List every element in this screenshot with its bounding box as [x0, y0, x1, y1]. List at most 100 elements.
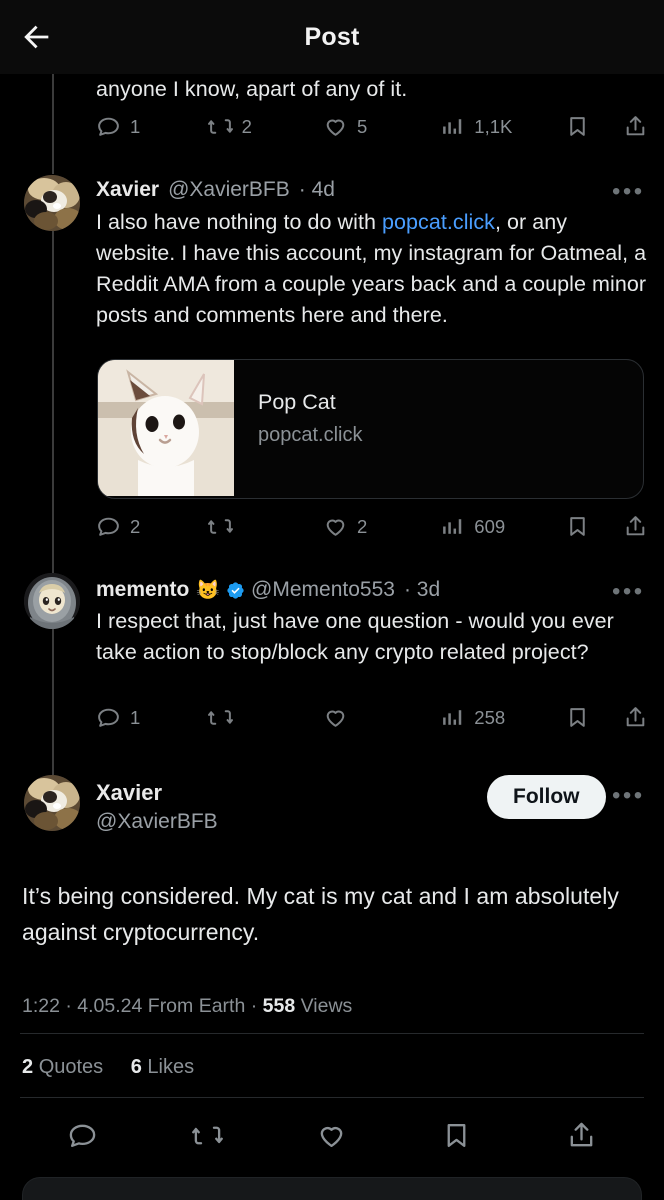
like-action[interactable] [310, 1114, 353, 1157]
retweet-icon [207, 519, 233, 534]
verified-badge-icon [226, 581, 245, 600]
more-options-icon[interactable]: ••• [612, 180, 645, 204]
retweet-action[interactable] [207, 705, 323, 730]
author-handle: @XavierBFB [168, 178, 290, 201]
divider [20, 1097, 644, 1098]
calico-cat-avatar [24, 775, 80, 831]
views-action[interactable]: 258 [440, 705, 565, 730]
link-preview-card[interactable]: Pop Cat popcat.click [97, 359, 644, 499]
focused-author-name-block[interactable]: Xavier @XavierBFB [96, 780, 218, 834]
share-action[interactable] [623, 705, 648, 730]
quotes-count: 2 [22, 1056, 34, 1078]
page-title: Post [304, 22, 360, 51]
share-icon [626, 516, 645, 536]
timestamp: · 3d [403, 578, 441, 601]
like-icon [321, 1126, 343, 1147]
post-metadata: 1:22 · 4.05.24 From Earth · 558 Views [22, 995, 352, 1018]
thread-connector-line [52, 230, 54, 575]
post-time: 1:22 [22, 995, 60, 1017]
post-date: 4.05.24 [77, 995, 143, 1017]
views-count: 558 [262, 995, 296, 1017]
bookmark-action[interactable] [565, 705, 623, 730]
retweet-icon [207, 119, 233, 134]
follow-button[interactable]: Follow [487, 775, 606, 819]
author-handle: @Memento553 [251, 578, 395, 601]
quotes-group[interactable]: 2 Quotes [22, 1056, 103, 1078]
bookmark-icon [570, 708, 586, 727]
back-button[interactable] [6, 6, 68, 68]
reply-action[interactable]: 1 [96, 705, 208, 730]
tweet-text: anyone I know, apart of any of it. [96, 77, 408, 101]
reply-icon [98, 708, 119, 727]
reply-icon [98, 117, 119, 136]
bookmark-icon [447, 1123, 466, 1147]
share-icon [626, 116, 645, 136]
tweet-author-row: memento 😺 @Memento553 · 3d [96, 578, 440, 602]
reply-icon [98, 517, 119, 536]
share-icon [626, 707, 645, 727]
post-source: From Earth [147, 995, 246, 1017]
more-options-icon[interactable]: ••• [612, 580, 645, 604]
bookmark-icon [570, 117, 586, 136]
reply-count: 1 [130, 115, 141, 137]
share-action[interactable] [560, 1114, 603, 1157]
retweet-action[interactable] [207, 514, 323, 539]
views-action[interactable]: 609 [440, 514, 565, 539]
like-action[interactable]: 5 [323, 114, 440, 139]
calico-cat-avatar [24, 175, 80, 231]
link-card-domain: popcat.click [258, 424, 363, 446]
views-count: 609 [474, 515, 506, 537]
like-count: 5 [356, 115, 368, 137]
meta-separator-2: · [250, 995, 258, 1017]
thread-connector-line [52, 628, 54, 775]
link-card-info: Pop Cat popcat.click [234, 360, 363, 498]
views-action[interactable]: 1,1K [440, 114, 565, 139]
more-options-icon[interactable]: ••• [612, 784, 645, 808]
views-count: 258 [474, 706, 506, 728]
cat-emoji-icon: 😺 [196, 580, 221, 601]
quotes-label: Quotes [38, 1056, 104, 1078]
like-action[interactable] [323, 705, 440, 730]
reply-action[interactable]: 1 [96, 114, 208, 139]
share-action[interactable] [623, 114, 648, 139]
bookmark-action[interactable] [565, 514, 623, 539]
avatar[interactable] [24, 175, 80, 231]
reply-action[interactable] [61, 1114, 104, 1157]
reply-action[interactable]: 2 [96, 514, 208, 539]
timestamp: · 4d [298, 178, 335, 201]
arrow-left-icon [24, 25, 49, 49]
popcat-thumbnail [98, 360, 234, 496]
author-display-name[interactable]: Xavier [96, 178, 159, 202]
views-label: Views [300, 995, 353, 1017]
bookmark-action[interactable] [565, 114, 623, 139]
reply-input[interactable] [23, 1178, 641, 1200]
engagement-summary: 2 Quotes 6 Likes [22, 1056, 216, 1079]
likes-label: Likes [147, 1056, 195, 1078]
likes-group[interactable]: 6 Likes [131, 1056, 194, 1078]
retweet-action[interactable]: 2 [207, 114, 323, 139]
analytics-icon [443, 119, 462, 134]
tweet-action-bar: 1 258 [96, 705, 648, 730]
share-action[interactable] [623, 514, 648, 539]
bookmark-action[interactable] [435, 1114, 478, 1157]
avatar[interactable] [24, 775, 80, 831]
retweet-action[interactable] [186, 1114, 229, 1157]
like-count: 2 [356, 515, 368, 537]
reply-icon [69, 1124, 96, 1147]
post-bottom-action-bar [20, 1112, 644, 1158]
like-icon [326, 119, 345, 136]
avatar[interactable] [24, 573, 80, 629]
anime-hood-avatar [24, 573, 80, 629]
like-icon [326, 519, 345, 536]
analytics-icon [443, 519, 462, 534]
views-count: 1,1K [474, 115, 513, 137]
tweet-link[interactable]: popcat.click [382, 210, 495, 234]
bookmark-icon [570, 517, 586, 536]
reply-count: 2 [130, 515, 141, 537]
author-display-name[interactable]: memento [96, 578, 189, 602]
like-icon [326, 710, 345, 727]
like-action[interactable]: 2 [323, 514, 440, 539]
reply-compose-box[interactable] [22, 1177, 642, 1200]
retweet-count: 2 [241, 115, 252, 137]
thread-connector-line [52, 74, 54, 174]
